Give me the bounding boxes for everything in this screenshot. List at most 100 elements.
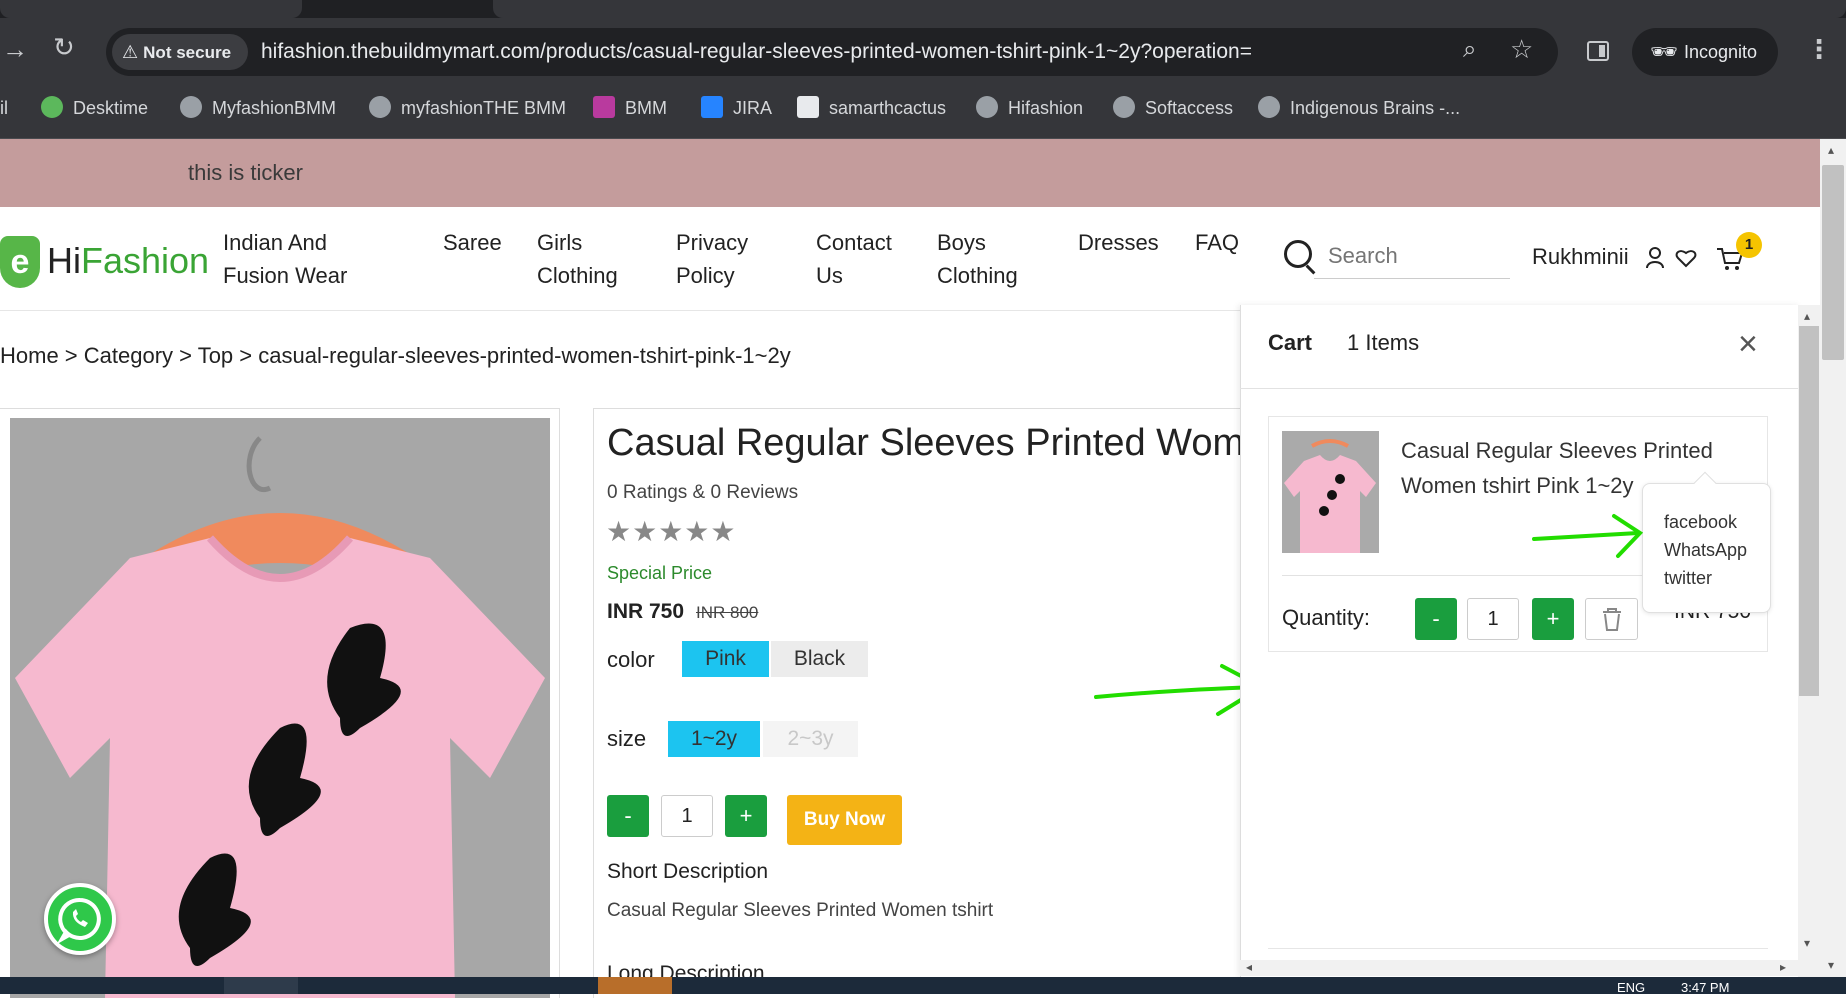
remove-item-button[interactable] bbox=[1585, 598, 1638, 640]
special-price-label: Special Price bbox=[607, 563, 713, 583]
security-chip[interactable]: ⚠ Not secure bbox=[112, 34, 248, 70]
nav-faq[interactable]: FAQ bbox=[1195, 226, 1239, 259]
side-panel-icon[interactable] bbox=[1587, 41, 1609, 61]
nav-privacy-policy[interactable]: Privacy Policy bbox=[676, 226, 748, 292]
nav-contact-us[interactable]: Contact Us bbox=[816, 226, 892, 292]
scroll-up-arrow-icon[interactable]: ▴ bbox=[1804, 309, 1810, 323]
jira-icon bbox=[701, 96, 723, 118]
scroll-left-arrow-icon[interactable]: ◂ bbox=[1246, 960, 1252, 974]
bookmark-item[interactable]: BMM bbox=[593, 96, 667, 120]
quantity-input[interactable]: 1 bbox=[661, 795, 713, 837]
cart-footer-divider bbox=[1268, 948, 1768, 949]
nav-boys-clothing[interactable]: Boys Clothing bbox=[937, 226, 1018, 292]
cart-quantity-input[interactable]: 1 bbox=[1467, 598, 1519, 640]
user-icon[interactable] bbox=[1645, 246, 1665, 270]
bookmark-item[interactable]: MyfashionBMM bbox=[180, 96, 336, 120]
share-whatsapp[interactable]: WhatsApp bbox=[1664, 536, 1770, 564]
share-twitter[interactable]: twitter bbox=[1664, 564, 1770, 592]
product-title: Casual Regular Sleeves Printed Women tsh… bbox=[607, 422, 1243, 464]
quantity-minus-button[interactable]: - bbox=[607, 795, 649, 837]
bookmark-item[interactable]: samarthcactus bbox=[797, 96, 946, 120]
bookmark-item[interactable]: JIRA bbox=[701, 96, 772, 120]
cart-count-badge: 1 bbox=[1736, 232, 1762, 258]
browser-tab[interactable] bbox=[0, 0, 302, 18]
drawer-scrollbar-thumb[interactable] bbox=[1799, 326, 1819, 696]
warning-icon: ⚠ bbox=[122, 42, 139, 62]
taskbar-app[interactable] bbox=[598, 977, 672, 994]
product-price: INR 750 bbox=[607, 600, 685, 623]
logo-bag-icon[interactable]: e bbox=[0, 236, 40, 288]
page-scroll-down-icon[interactable]: ▾ bbox=[1828, 958, 1834, 972]
incognito-icon: 🕶 bbox=[1650, 39, 1678, 64]
globe-icon bbox=[1113, 96, 1135, 118]
site-logo[interactable]: HiFashion bbox=[47, 240, 209, 282]
cart-item-count: 1 Items bbox=[1347, 330, 1420, 355]
short-description-text: Casual Regular Sleeves Printed Women tsh… bbox=[607, 900, 994, 921]
ticker-text: this is ticker bbox=[188, 160, 303, 185]
buy-now-button[interactable]: Buy Now bbox=[787, 795, 902, 845]
bookmark-item[interactable]: Desktime bbox=[41, 96, 148, 120]
bookmark-item[interactable]: il bbox=[0, 96, 8, 120]
search-input[interactable] bbox=[1314, 233, 1510, 279]
browser-tab[interactable] bbox=[493, 0, 1846, 18]
reload-icon[interactable]: ↻ bbox=[53, 34, 75, 60]
desktime-icon bbox=[41, 96, 63, 118]
share-menu: facebook WhatsApp twitter bbox=[1642, 483, 1771, 613]
breadcrumb[interactable]: Home > Category > Top > casual-regular-s… bbox=[0, 343, 791, 369]
size-option-2-3y[interactable]: 2~3y bbox=[763, 721, 858, 757]
wishlist-heart-icon[interactable] bbox=[1675, 248, 1697, 268]
browser-menu-icon[interactable]: ⋮ bbox=[1806, 36, 1832, 62]
browser-tab-strip bbox=[0, 0, 1846, 18]
bookmark-star-icon[interactable]: ☆ bbox=[1510, 36, 1533, 62]
globe-icon bbox=[369, 96, 391, 118]
color-label: color bbox=[607, 647, 655, 672]
bookmark-item[interactable]: myfashionTHE BMM bbox=[369, 96, 566, 120]
star-rating[interactable]: ★★★★★ bbox=[606, 515, 737, 548]
annotation-arrow bbox=[1532, 514, 1644, 558]
ratings-summary: 0 Ratings & 0 Reviews bbox=[607, 482, 799, 503]
trash-icon bbox=[1603, 608, 1621, 631]
short-description-heading: Short Description bbox=[607, 860, 769, 883]
taskbar-clock[interactable]: 3:47 PM bbox=[1681, 980, 1729, 995]
globe-icon bbox=[180, 96, 202, 118]
scroll-right-arrow-icon[interactable]: ▸ bbox=[1780, 960, 1786, 974]
scroll-down-arrow-icon[interactable]: ▾ bbox=[1804, 936, 1810, 950]
page-scroll-up-icon[interactable]: ▴ bbox=[1828, 143, 1834, 157]
bmm-icon bbox=[593, 96, 615, 118]
nav-indian-fusion-wear[interactable]: Indian And Fusion Wear bbox=[223, 226, 347, 292]
size-option-1-2y[interactable]: 1~2y bbox=[668, 721, 760, 757]
search-icon[interactable] bbox=[1284, 240, 1312, 268]
share-facebook[interactable]: facebook bbox=[1664, 508, 1770, 536]
nav-saree[interactable]: Saree bbox=[443, 226, 502, 259]
url-text[interactable]: hifashion.thebuildmymart.com/products/ca… bbox=[261, 38, 1252, 66]
whatsapp-float-icon[interactable] bbox=[44, 883, 116, 955]
taskbar-language[interactable]: ENG bbox=[1617, 980, 1645, 995]
os-taskbar bbox=[0, 977, 1846, 994]
size-label: size bbox=[607, 726, 647, 751]
cart-quantity-label: Quantity: bbox=[1282, 605, 1371, 630]
page-scrollbar-thumb[interactable] bbox=[1822, 165, 1844, 360]
nav-girls-clothing[interactable]: Girls Clothing bbox=[537, 226, 618, 292]
incognito-button[interactable]: 🕶 Incognito bbox=[1632, 28, 1778, 76]
quantity-plus-button[interactable]: + bbox=[725, 795, 767, 837]
bookmark-item[interactable]: Indigenous Brains -... bbox=[1258, 96, 1460, 120]
zoom-icon[interactable]: ⌕ bbox=[1463, 38, 1476, 62]
samarth-icon bbox=[797, 96, 819, 118]
color-option-black[interactable]: Black bbox=[771, 641, 868, 677]
bookmark-item[interactable]: Hifashion bbox=[976, 96, 1083, 120]
taskbar-app[interactable] bbox=[224, 977, 298, 994]
cart-item-thumbnail[interactable] bbox=[1282, 431, 1379, 553]
original-price: INR 800 bbox=[696, 603, 759, 622]
bookmark-item[interactable]: Softaccess bbox=[1113, 96, 1233, 120]
user-name[interactable]: Rukhminii bbox=[1532, 244, 1629, 270]
nav-dresses[interactable]: Dresses bbox=[1078, 226, 1159, 259]
color-option-pink[interactable]: Pink bbox=[682, 641, 769, 677]
cart-quantity-minus-button[interactable]: - bbox=[1415, 598, 1457, 640]
cart-quantity-plus-button[interactable]: + bbox=[1532, 598, 1574, 640]
cart-title: Cart bbox=[1268, 330, 1313, 355]
forward-icon[interactable]: → bbox=[2, 36, 28, 62]
close-icon[interactable]: × bbox=[1738, 327, 1758, 361]
drawer-horizontal-scrollbar[interactable]: ◂ ▸ bbox=[1240, 960, 1798, 976]
cart-header bbox=[1240, 305, 1800, 389]
globe-icon bbox=[976, 96, 998, 118]
